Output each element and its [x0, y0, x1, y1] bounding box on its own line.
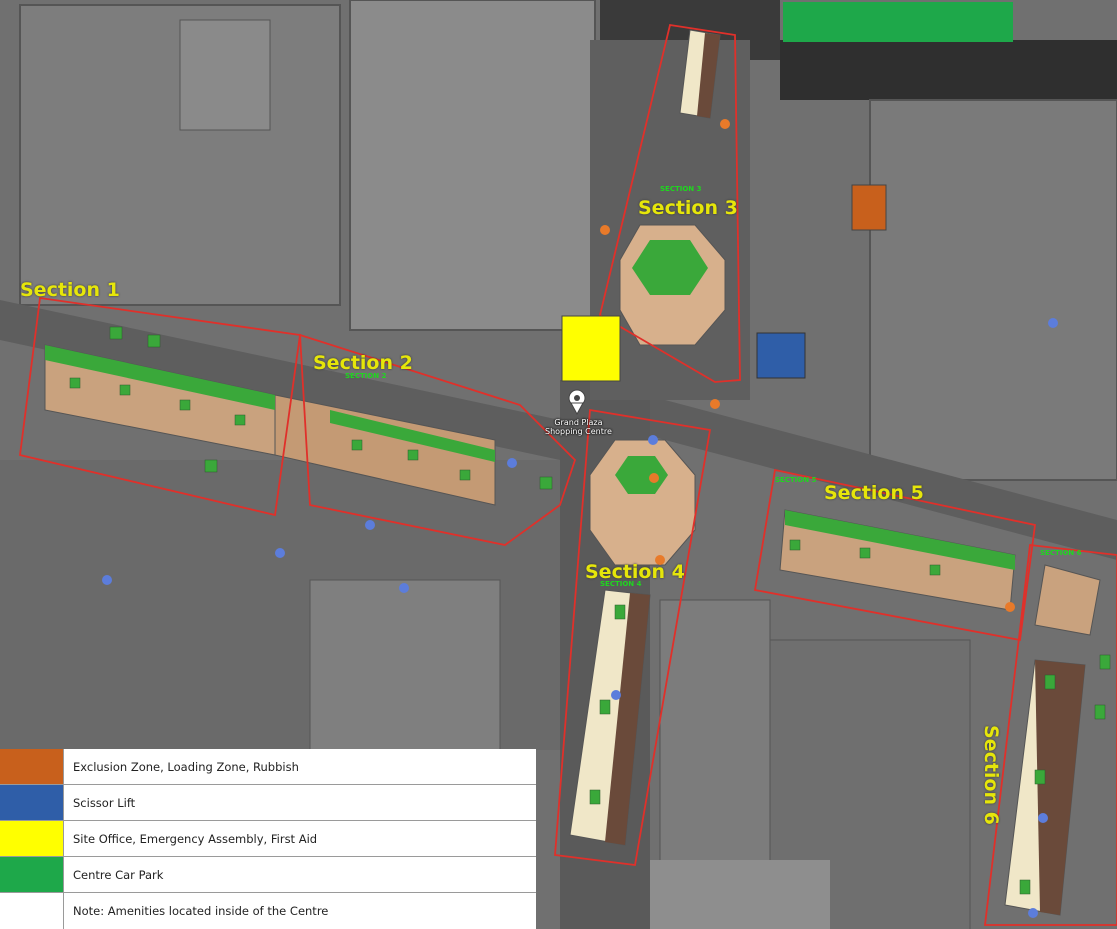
legend-label: Exclusion Zone, Loading Zone, Rubbish	[73, 759, 299, 774]
legend-row: Note: Amenities located inside of the Ce…	[0, 893, 536, 929]
legend-swatch	[0, 749, 64, 784]
section-2-small-label: SECTION 2	[345, 372, 387, 380]
legend-swatch	[0, 821, 64, 856]
legend-label: Site Office, Emergency Assembly, First A…	[73, 831, 318, 846]
section-2-label: Section 2	[313, 352, 413, 374]
section-6-label: Section 6	[980, 725, 1002, 825]
legend-swatch	[0, 857, 64, 892]
legend-label: Centre Car Park	[73, 867, 164, 882]
section-1-label: Section 1	[20, 279, 120, 301]
legend-swatch	[0, 893, 64, 929]
section-3-label: Section 3	[638, 197, 738, 219]
centre-marker-label: Grand Plaza Shopping Centre	[545, 418, 612, 436]
legend-label: Scissor Lift	[73, 795, 136, 810]
car-park-block	[783, 2, 1013, 42]
map-legend: Exclusion Zone, Loading Zone, Rubbish Sc…	[0, 749, 536, 929]
section-5-label: Section 5	[824, 482, 924, 504]
legend-row: Scissor Lift	[0, 785, 536, 821]
site-map: Section 1 Section 2 Section 3 Section 4 …	[0, 0, 1117, 929]
section-4-small-label: SECTION 4	[600, 580, 642, 588]
legend-row: Site Office, Emergency Assembly, First A…	[0, 821, 536, 857]
section-5-small-label: SECTION 5	[775, 476, 817, 484]
legend-row: Exclusion Zone, Loading Zone, Rubbish	[0, 749, 536, 785]
section-6-small-label: SECTION 6	[1040, 549, 1082, 557]
legend-label: Note: Amenities located inside of the Ce…	[73, 904, 329, 918]
section-3-small-label: SECTION 3	[660, 185, 702, 193]
legend-swatch	[0, 785, 64, 820]
legend-row: Centre Car Park	[0, 857, 536, 893]
